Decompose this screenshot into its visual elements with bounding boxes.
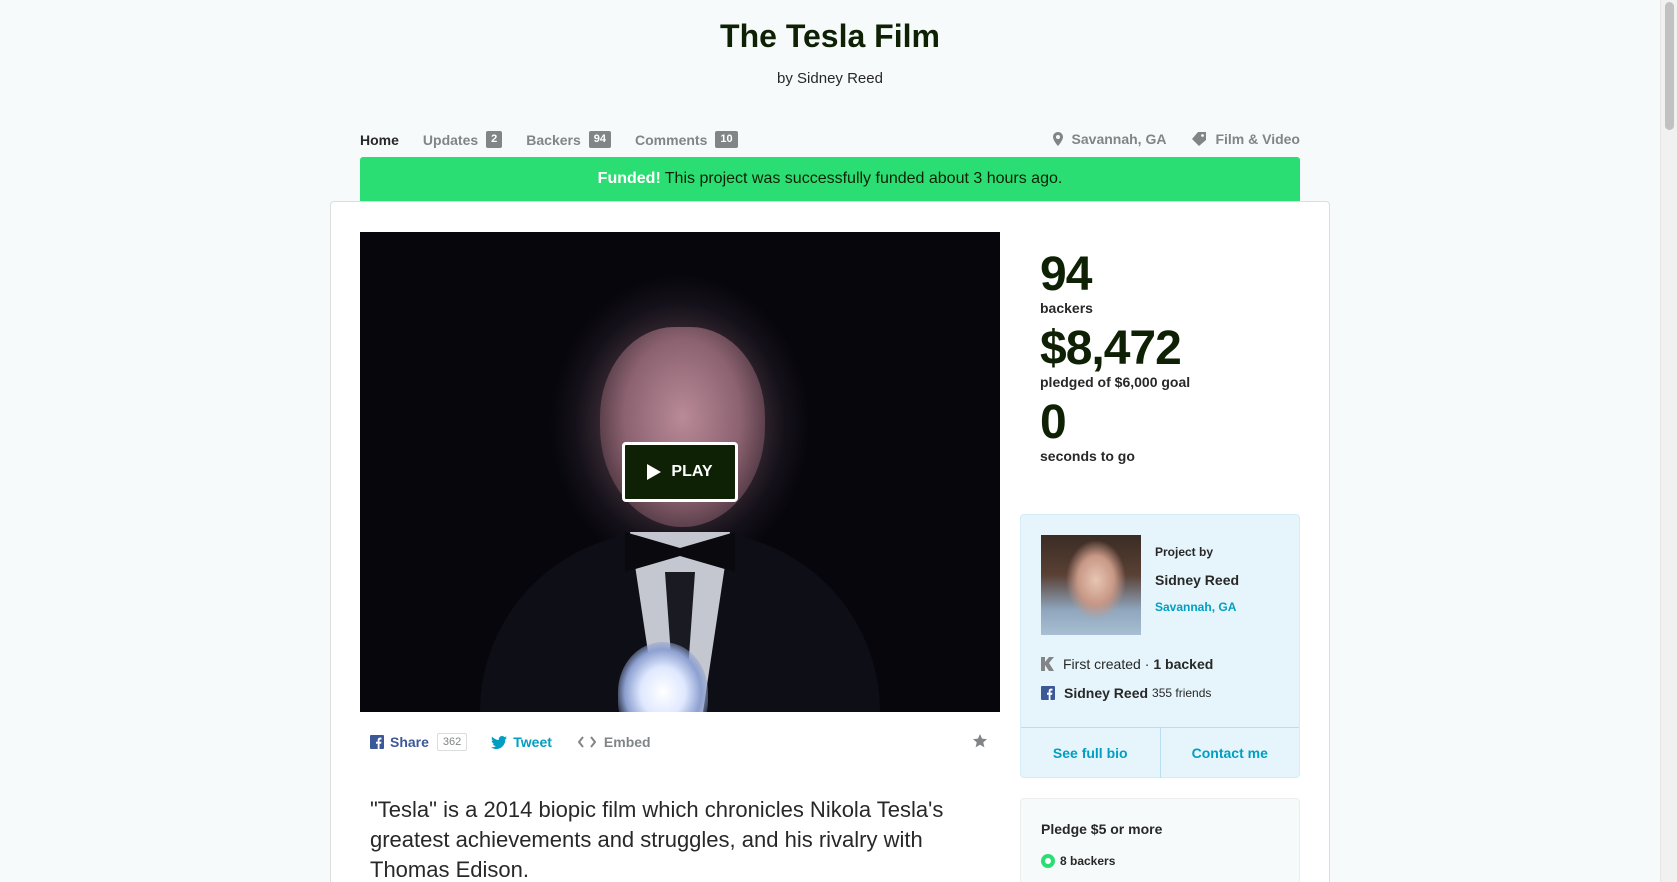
share-count: 362 [436, 733, 468, 751]
category-link[interactable]: Film & Video [1192, 131, 1300, 147]
tab-home[interactable]: Home [360, 132, 399, 148]
updates-count-badge: 2 [486, 131, 503, 148]
location-link[interactable]: Savannah, GA [1052, 131, 1167, 147]
backers-number: 94 [1040, 248, 1092, 301]
tab-backers-label: Backers [526, 131, 581, 148]
star-icon [973, 734, 987, 748]
first-created-label: First created · [1063, 656, 1150, 672]
reward-title: Pledge $5 or more [1041, 821, 1163, 837]
time-number: 0 [1040, 396, 1067, 449]
pledged-number: $8,472 [1040, 322, 1182, 375]
backers-count-badge: 94 [588, 131, 612, 148]
twitter-icon [491, 735, 508, 749]
backers-label: backers [1040, 300, 1093, 316]
time-label: seconds to go [1040, 448, 1135, 464]
project-tabs: Home Updates 2 Backers 94 Comments 10 [360, 131, 762, 148]
tab-backers[interactable]: Backers 94 [526, 131, 612, 148]
creator-location-link[interactable]: Savannah, GA [1155, 600, 1236, 614]
creator-history: First created · 1 backed [1041, 656, 1213, 672]
funded-message: This project was successfully funded abo… [664, 170, 1063, 187]
pledged-stat: $8,472 pledged of $6,000 goal [1040, 322, 1191, 391]
creator-facebook: Sidney Reed 355 friends [1041, 685, 1211, 701]
code-icon [577, 736, 596, 748]
share-bar: Share 362 Tweet Embed [370, 733, 651, 751]
scrollbar[interactable] [1660, 0, 1677, 882]
tab-updates[interactable]: Updates 2 [422, 131, 503, 148]
reward-backers-count: 8 backers [1060, 854, 1116, 868]
scrollbar-thumb[interactable] [1665, 2, 1674, 130]
tweet-label: Tweet [513, 734, 552, 750]
location-label: Savannah, GA [1071, 131, 1167, 147]
see-full-bio-button[interactable]: See full bio [1021, 728, 1161, 778]
facebook-share-button[interactable]: Share 362 [370, 733, 468, 751]
backed-count: 1 backed [1153, 656, 1214, 672]
contact-me-button[interactable]: Contact me [1161, 728, 1300, 778]
creator-avatar[interactable] [1041, 535, 1141, 635]
comments-count-badge: 10 [715, 131, 738, 148]
project-blurb: "Tesla" is a 2014 biopic film which chro… [370, 797, 944, 882]
tab-comments-label: Comments [635, 131, 708, 148]
play-icon [647, 464, 662, 480]
funded-label: Funded! [597, 170, 661, 187]
play-label: PLAY [671, 463, 713, 480]
backers-stat: 94 backers [1040, 248, 1093, 317]
play-button[interactable]: PLAY [622, 442, 738, 502]
time-stat: 0 seconds to go [1040, 396, 1135, 465]
facebook-icon [1041, 686, 1055, 700]
reward-backers: 8 backers [1041, 854, 1115, 868]
facebook-icon [370, 735, 384, 749]
reward-card[interactable]: Pledge $5 or more 8 backers [1020, 798, 1300, 882]
project-byline: by Sidney Reed [777, 70, 883, 87]
project-meta: Savannah, GA Film & Video [1027, 131, 1300, 147]
share-label: Share [390, 734, 429, 750]
project-by-label: Project by [1155, 545, 1214, 559]
tab-comments[interactable]: Comments 10 [635, 131, 738, 148]
facebook-name: Sidney Reed [1064, 685, 1149, 701]
funded-banner: Funded! This project was successfully fu… [360, 157, 1300, 201]
embed-button[interactable]: Embed [577, 734, 651, 750]
pledged-label: pledged of $6,000 goal [1040, 374, 1191, 390]
tab-updates-label: Updates [422, 131, 479, 148]
category-label: Film & Video [1215, 131, 1300, 147]
kickstarter-k-icon [1041, 657, 1054, 671]
facebook-friends: 355 friends [1152, 686, 1212, 700]
tab-home-label: Home [360, 131, 399, 148]
creator-box: Project by Sidney Reed Savannah, GA Firs… [1020, 514, 1300, 778]
remind-me-button[interactable] [972, 733, 988, 754]
map-pin-icon [1052, 132, 1063, 146]
tag-icon [1192, 132, 1207, 146]
backer-badge-icon [1041, 854, 1055, 868]
tweet-button[interactable]: Tweet [491, 734, 552, 750]
embed-label: Embed [603, 734, 651, 750]
creator-actions: See full bio Contact me [1021, 727, 1299, 778]
creator-name[interactable]: Sidney Reed [1155, 572, 1239, 588]
project-title: The Tesla Film [720, 18, 940, 54]
